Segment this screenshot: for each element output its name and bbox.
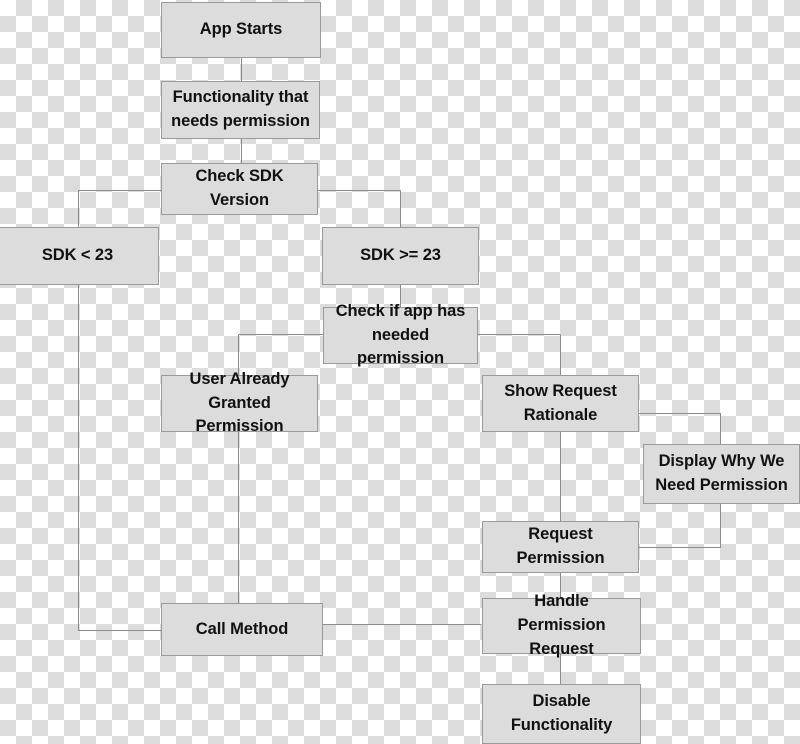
node-request-permission[interactable]: Request Permission [482,521,639,573]
node-display-why-we-need-permission-label: Display Why We Need Permission [655,452,788,494]
node-sdk-greater-equal-23-label: SDK >= 23 [360,246,441,265]
node-show-request-rationale-label: Show Request Rationale [504,381,617,424]
node-check-if-app-has-needed-permission[interactable]: Check if app has needed permission [323,302,478,367]
node-check-if-app-has-needed-permission-label: Check if app has needed permission [335,301,466,368]
node-app-starts[interactable]: App Starts [161,2,321,58]
node-check-sdk-version-label: Check SDK Version [195,167,284,209]
node-disable-functionality-label: Disable Functionality [510,692,613,734]
node-app-starts-label: App Starts [199,20,283,39]
edge-layer [77,58,722,685]
node-sdk-less-than-23-label: SDK < 23 [41,246,114,265]
node-sdk-greater-equal-23[interactable]: SDK >= 23 [322,227,479,285]
node-user-already-granted-permission-label: User Already Granted Permission [189,369,290,436]
node-handle-permission-request-label: Handle Permission Request [517,592,606,658]
node-show-request-rationale[interactable]: Show Request Rationale [482,375,639,432]
node-handle-permission-request[interactable]: Handle Permission Request [482,592,641,658]
node-disable-functionality[interactable]: Disable Functionality [482,684,641,744]
node-sdk-less-than-23[interactable]: SDK < 23 [0,227,159,285]
node-call-method-label: Call Method [195,619,289,638]
edge-display-why-request-perm [638,504,722,549]
node-user-already-granted-permission[interactable]: User Already Granted Permission [161,370,318,435]
edge-sdk-less-call-method [77,285,162,632]
node-call-method[interactable]: Call Method [161,603,323,656]
node-functionality-needs-permission[interactable]: Functionality that needs permission [161,81,320,139]
flowchart-canvas: App Starts Functionality that needs perm… [0,0,800,744]
node-functionality-needs-permission-label: Functionality that needs permission [171,88,310,130]
node-display-why-we-need-permission[interactable]: Display Why We Need Permission [643,444,800,504]
node-request-permission-label: Request Permission [516,525,605,567]
node-check-sdk-version[interactable]: Check SDK Version [161,163,318,215]
